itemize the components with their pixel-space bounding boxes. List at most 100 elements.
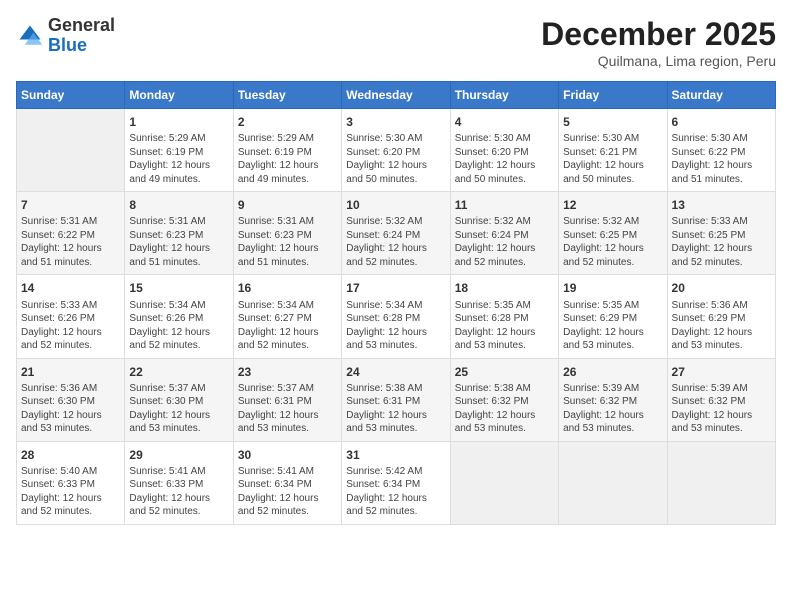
calendar-cell (17, 109, 125, 192)
calendar-cell: 25Sunrise: 5:38 AM Sunset: 6:32 PM Dayli… (450, 358, 558, 441)
calendar-cell: 6 Sunrise: 5:30 AM Sunset: 6:22 PM Daylig… (667, 109, 775, 192)
calendar-cell: 12 Sunrise: 5:32 AM Sunset: 6:25 PM Dayli… (559, 192, 667, 275)
calendar-week-4: 21 Sunrise: 5:36 AM Sunset: 6:30 PM Dayli… (17, 358, 776, 441)
title-block: December 2025 Quilmana, Lima region, Per… (541, 16, 776, 69)
calendar-cell: 24 Sunrise: 5:38 AM Sunset: 6:31 PM Dayli… (342, 358, 450, 441)
day-number: 21 (21, 364, 120, 380)
day-info: Sunrise: 5:34 AM Sunset: 6:27 PM Dayligh… (238, 299, 337, 353)
day-info: Sunrise: 5:41 AM Sunset: 6:33 PM Dayligh… (129, 465, 228, 519)
calendar-cell: 5 Sunrise: 5:30 AM Sunset: 6:21 PM Daylig… (559, 109, 667, 192)
calendar-cell: 14 Sunrise: 5:33 AM Sunset: 6:26 PM Dayli… (17, 275, 125, 358)
day-number: 6 (672, 114, 771, 130)
calendar-cell: 10 Sunrise: 5:32 AM Sunset: 6:24 PM Dayli… (342, 192, 450, 275)
day-info: Sunrise: 5:32 AM Sunset: 6:25 PM Dayligh… (563, 215, 662, 269)
day-number: 14 (21, 280, 120, 296)
day-number: 12 (563, 197, 662, 213)
day-info: Sunrise: 5:41 AM Sunset: 6:34 PM Dayligh… (238, 465, 337, 519)
day-info: Sunrise: 5:31 AM Sunset: 6:23 PM Dayligh… (129, 215, 228, 269)
day-info: Sunrise: 5:36 AM Sunset: 6:30 PM Dayligh… (21, 382, 120, 436)
calendar-cell: 1 Sunrise: 5:29 AM Sunset: 6:19 PM Daylig… (125, 109, 233, 192)
day-number: 18 (455, 280, 554, 296)
day-info: Sunrise: 5:37 AM Sunset: 6:31 PM Dayligh… (238, 382, 337, 436)
calendar-week-3: 14 Sunrise: 5:33 AM Sunset: 6:26 PM Dayli… (17, 275, 776, 358)
day-number: 13 (672, 197, 771, 213)
calendar-cell: 31 Sunrise: 5:42 AM Sunset: 6:34 PM Dayli… (342, 441, 450, 524)
calendar-cell (667, 441, 775, 524)
day-number: 27 (672, 364, 771, 380)
day-info: Sunrise: 5:30 AM Sunset: 6:22 PM Dayligh… (672, 132, 771, 186)
day-info: Sunrise: 5:39 AM Sunset: 6:32 PM Dayligh… (672, 382, 771, 436)
day-number: 10 (346, 197, 445, 213)
page-title: December 2025 (541, 16, 776, 53)
day-number: 17 (346, 280, 445, 296)
day-info: Sunrise: 5:42 AM Sunset: 6:34 PM Dayligh… (346, 465, 445, 519)
day-info: Sunrise: 5:31 AM Sunset: 6:22 PM Dayligh… (21, 215, 120, 269)
day-info: Sunrise: 5:31 AM Sunset: 6:23 PM Dayligh… (238, 215, 337, 269)
calendar-cell: 19Sunrise: 5:35 AM Sunset: 6:29 PM Dayli… (559, 275, 667, 358)
day-info: Sunrise: 5:36 AM Sunset: 6:29 PM Dayligh… (672, 299, 771, 353)
calendar-cell: 15Sunrise: 5:34 AM Sunset: 6:26 PM Dayli… (125, 275, 233, 358)
calendar-cell: 9 Sunrise: 5:31 AM Sunset: 6:23 PM Daylig… (233, 192, 341, 275)
page-header: General Blue December 2025 Quilmana, Lim… (16, 16, 776, 69)
header-cell-saturday: Saturday (667, 82, 775, 109)
day-info: Sunrise: 5:29 AM Sunset: 6:19 PM Dayligh… (129, 132, 228, 186)
calendar-cell: 13 Sunrise: 5:33 AM Sunset: 6:25 PM Dayli… (667, 192, 775, 275)
day-info: Sunrise: 5:34 AM Sunset: 6:26 PM Dayligh… (129, 299, 228, 353)
calendar-table: SundayMondayTuesdayWednesdayThursdayFrid… (16, 81, 776, 525)
calendar-cell: 26Sunrise: 5:39 AM Sunset: 6:32 PM Dayli… (559, 358, 667, 441)
day-info: Sunrise: 5:39 AM Sunset: 6:32 PM Dayligh… (563, 382, 662, 436)
day-number: 20 (672, 280, 771, 296)
day-number: 23 (238, 364, 337, 380)
calendar-cell: 18 Sunrise: 5:35 AM Sunset: 6:28 PM Dayli… (450, 275, 558, 358)
day-info: Sunrise: 5:30 AM Sunset: 6:20 PM Dayligh… (346, 132, 445, 186)
calendar-cell: 3 Sunrise: 5:30 AM Sunset: 6:20 PM Daylig… (342, 109, 450, 192)
day-info: Sunrise: 5:30 AM Sunset: 6:21 PM Dayligh… (563, 132, 662, 186)
day-number: 5 (563, 114, 662, 130)
day-info: Sunrise: 5:33 AM Sunset: 6:26 PM Dayligh… (21, 299, 120, 353)
day-number: 1 (129, 114, 228, 130)
day-info: Sunrise: 5:33 AM Sunset: 6:25 PM Dayligh… (672, 215, 771, 269)
calendar-cell: 23 Sunrise: 5:37 AM Sunset: 6:31 PM Dayli… (233, 358, 341, 441)
day-info: Sunrise: 5:35 AM Sunset: 6:28 PM Dayligh… (455, 299, 554, 353)
calendar-cell: 7Sunrise: 5:31 AM Sunset: 6:22 PM Daylig… (17, 192, 125, 275)
calendar-cell (559, 441, 667, 524)
day-number: 30 (238, 447, 337, 463)
calendar-cell: 22Sunrise: 5:37 AM Sunset: 6:30 PM Dayli… (125, 358, 233, 441)
logo-text: General Blue (48, 16, 115, 56)
day-info: Sunrise: 5:32 AM Sunset: 6:24 PM Dayligh… (455, 215, 554, 269)
calendar-week-2: 7Sunrise: 5:31 AM Sunset: 6:22 PM Daylig… (17, 192, 776, 275)
day-info: Sunrise: 5:32 AM Sunset: 6:24 PM Dayligh… (346, 215, 445, 269)
day-info: Sunrise: 5:29 AM Sunset: 6:19 PM Dayligh… (238, 132, 337, 186)
calendar-week-1: 1 Sunrise: 5:29 AM Sunset: 6:19 PM Daylig… (17, 109, 776, 192)
page-subtitle: Quilmana, Lima region, Peru (541, 53, 776, 69)
day-number: 16 (238, 280, 337, 296)
day-number: 24 (346, 364, 445, 380)
calendar-cell (450, 441, 558, 524)
calendar-cell: 29Sunrise: 5:41 AM Sunset: 6:33 PM Dayli… (125, 441, 233, 524)
day-number: 2 (238, 114, 337, 130)
calendar-cell: 20 Sunrise: 5:36 AM Sunset: 6:29 PM Dayli… (667, 275, 775, 358)
calendar-cell: 27 Sunrise: 5:39 AM Sunset: 6:32 PM Dayli… (667, 358, 775, 441)
header-cell-friday: Friday (559, 82, 667, 109)
logo-icon (16, 22, 44, 50)
calendar-cell: 8 Sunrise: 5:31 AM Sunset: 6:23 PM Daylig… (125, 192, 233, 275)
day-number: 11 (455, 197, 554, 213)
day-number: 9 (238, 197, 337, 213)
day-info: Sunrise: 5:38 AM Sunset: 6:31 PM Dayligh… (346, 382, 445, 436)
day-number: 25 (455, 364, 554, 380)
calendar-cell: 11 Sunrise: 5:32 AM Sunset: 6:24 PM Dayli… (450, 192, 558, 275)
calendar-cell: 21 Sunrise: 5:36 AM Sunset: 6:30 PM Dayli… (17, 358, 125, 441)
day-number: 8 (129, 197, 228, 213)
day-number: 31 (346, 447, 445, 463)
day-number: 28 (21, 447, 120, 463)
calendar-cell: 4 Sunrise: 5:30 AM Sunset: 6:20 PM Daylig… (450, 109, 558, 192)
calendar-cell: 28Sunrise: 5:40 AM Sunset: 6:33 PM Dayli… (17, 441, 125, 524)
calendar-week-5: 28Sunrise: 5:40 AM Sunset: 6:33 PM Dayli… (17, 441, 776, 524)
header-cell-monday: Monday (125, 82, 233, 109)
day-number: 3 (346, 114, 445, 130)
day-number: 4 (455, 114, 554, 130)
day-info: Sunrise: 5:34 AM Sunset: 6:28 PM Dayligh… (346, 299, 445, 353)
day-info: Sunrise: 5:30 AM Sunset: 6:20 PM Dayligh… (455, 132, 554, 186)
header-cell-wednesday: Wednesday (342, 82, 450, 109)
header-cell-thursday: Thursday (450, 82, 558, 109)
